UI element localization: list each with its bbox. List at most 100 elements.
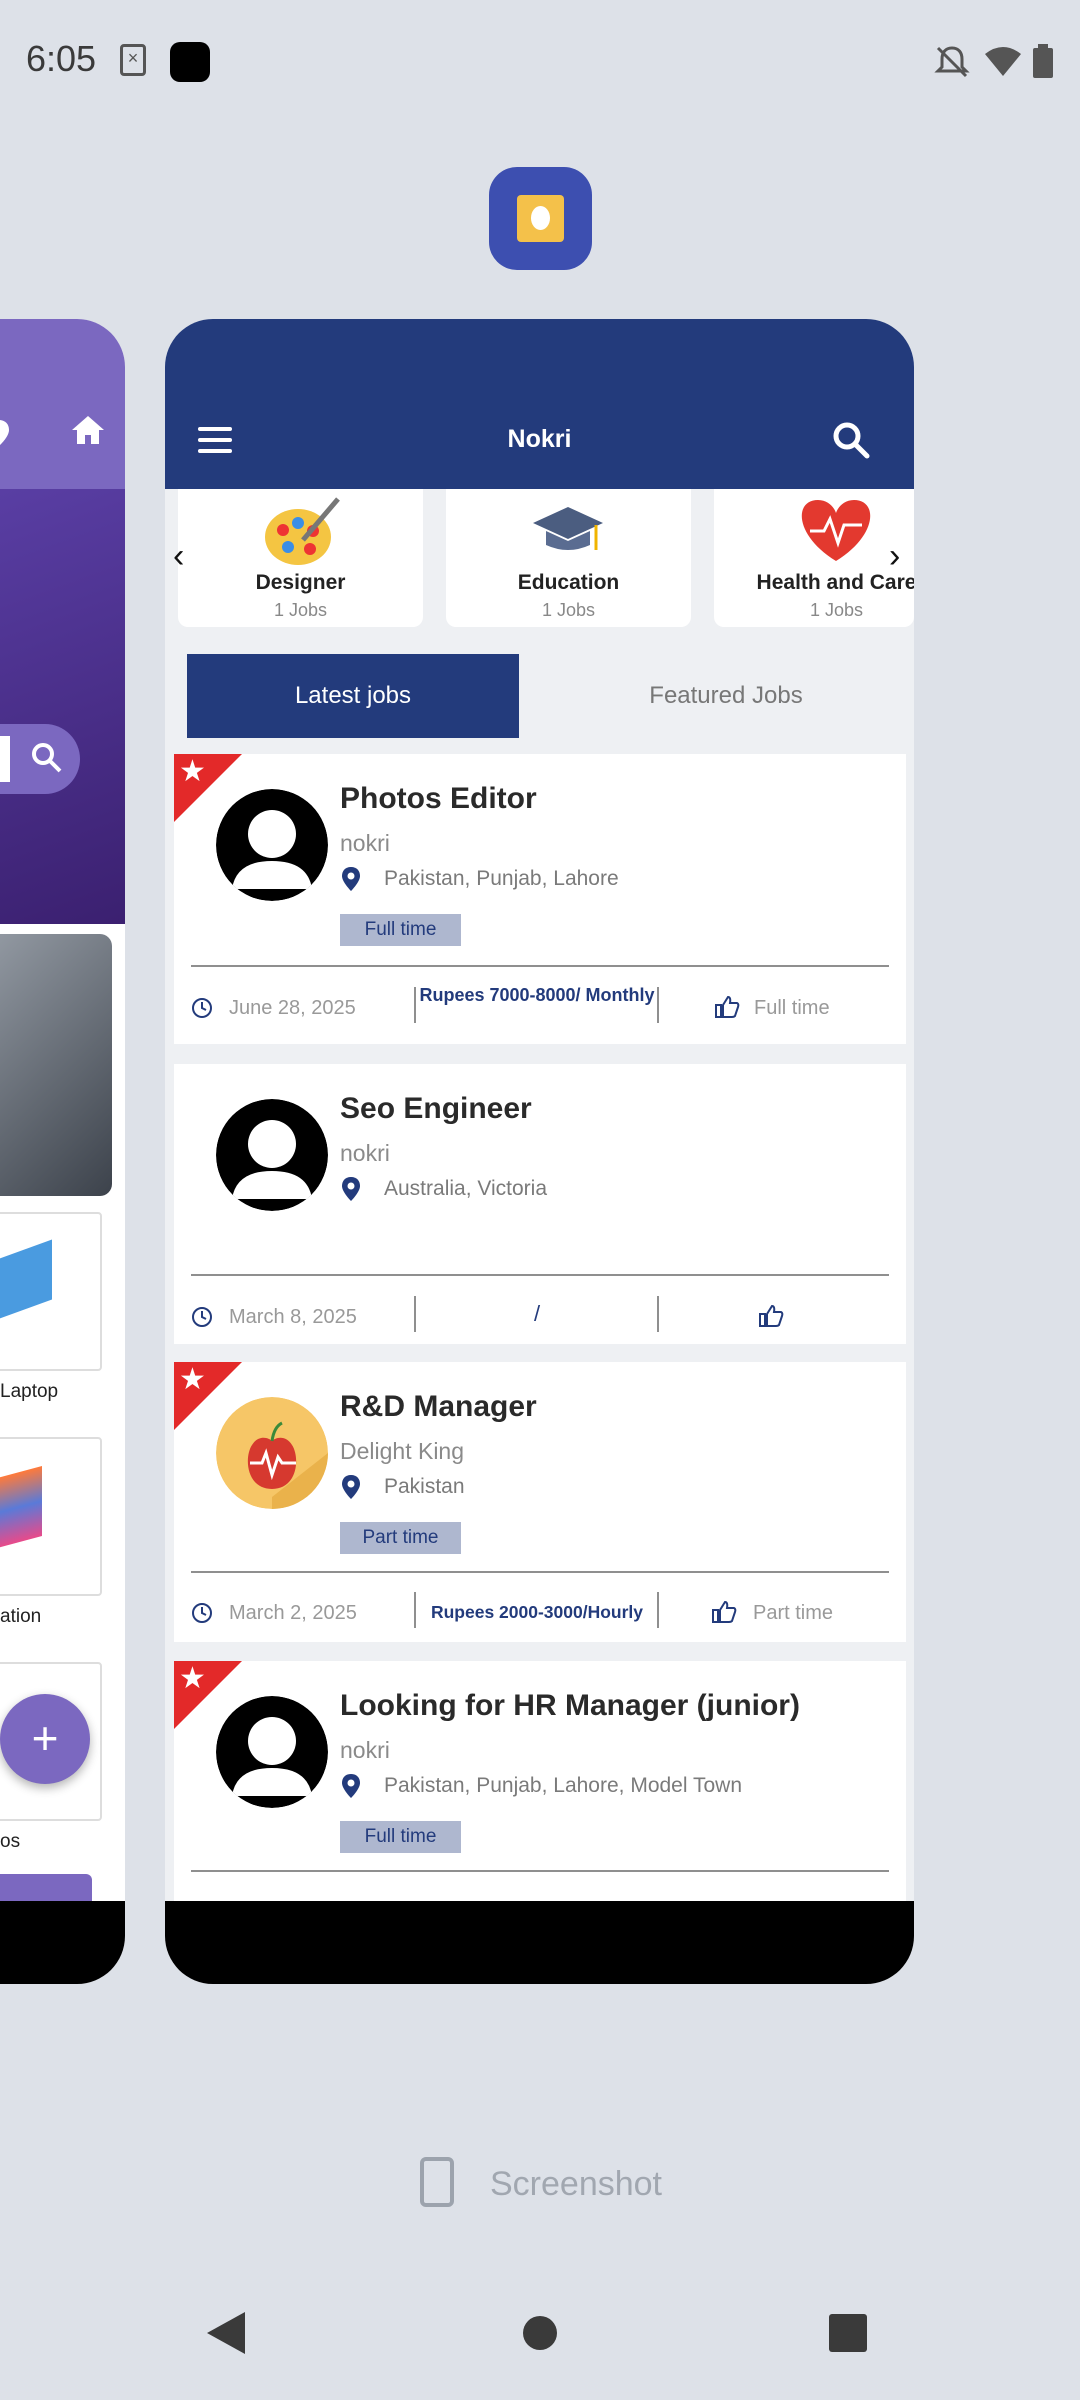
no-sim-icon: × bbox=[120, 44, 146, 76]
clock-icon bbox=[192, 1603, 212, 1623]
star-icon: ★ bbox=[179, 755, 206, 788]
job-location: Pakistan, Punjab, Lahore, Model Town bbox=[384, 1774, 743, 1797]
battery-icon bbox=[1033, 44, 1053, 78]
star-icon: ★ bbox=[179, 1662, 206, 1695]
app-nav-area bbox=[165, 1901, 914, 1984]
search-icon bbox=[32, 743, 62, 773]
category-count: 1 Jobs bbox=[809, 600, 864, 620]
job-footer: March 2, 2025 Rupees 2000-3000/Hourly Pa… bbox=[174, 1592, 906, 1636]
divider bbox=[191, 1274, 889, 1276]
category-tile[interactable] bbox=[0, 1437, 102, 1596]
location-icon bbox=[0, 420, 9, 446]
category-label: Laptop bbox=[0, 1381, 59, 1402]
palette-icon bbox=[265, 497, 340, 565]
screenshot-label: Screenshot bbox=[490, 2165, 662, 2203]
recents-button[interactable] bbox=[828, 2313, 868, 2353]
add-button[interactable]: + bbox=[0, 1694, 90, 1784]
company-name: Delight King bbox=[340, 1438, 465, 1464]
job-location: Australia, Victoria bbox=[384, 1177, 548, 1200]
location-pin-icon bbox=[342, 867, 360, 891]
category-name: Education bbox=[517, 571, 620, 594]
location-pin-icon bbox=[342, 1774, 360, 1798]
screenshot-icon bbox=[420, 2157, 454, 2207]
heart-icon bbox=[801, 500, 871, 561]
camera-cutout bbox=[170, 42, 210, 82]
location-pin-icon bbox=[342, 1177, 360, 1201]
previous-app-banner-image bbox=[0, 934, 112, 1196]
category-education[interactable]: Education 1 Jobs bbox=[446, 489, 691, 627]
job-type-badge: Full time bbox=[340, 914, 461, 946]
category-count: 1 Jobs bbox=[273, 600, 328, 620]
job-location: Pakistan, Punjab, Lahore bbox=[384, 867, 619, 890]
company-logo bbox=[216, 1696, 328, 1808]
company-name: nokri bbox=[340, 1737, 390, 1763]
category-count: 1 Jobs bbox=[541, 600, 596, 620]
job-date: June 28, 2025 bbox=[229, 997, 356, 1019]
search-icon[interactable] bbox=[831, 420, 871, 460]
company-logo bbox=[216, 1099, 328, 1211]
category-label: os bbox=[0, 1831, 21, 1852]
divider bbox=[191, 965, 889, 967]
app-title: Nokri bbox=[507, 425, 572, 453]
home-icon bbox=[72, 416, 104, 444]
job-card[interactable]: ★ R&D Manager Delight King Pakistan Part… bbox=[174, 1362, 906, 1642]
job-card[interactable]: Seo Engineer nokri Australia, Victoria M… bbox=[174, 1064, 906, 1344]
categories-next-arrow[interactable]: › bbox=[889, 537, 900, 576]
thumb-icon bbox=[759, 1304, 784, 1327]
location-pin-icon bbox=[342, 1475, 360, 1499]
job-date: March 2, 2025 bbox=[229, 1602, 357, 1624]
job-title[interactable]: R&D Manager bbox=[340, 1390, 537, 1424]
previous-app-hero bbox=[0, 489, 125, 924]
job-salary: Rupees 7000-8000/ Monthly bbox=[419, 985, 655, 1005]
app-icon[interactable] bbox=[489, 167, 592, 270]
previous-app-search[interactable] bbox=[0, 724, 80, 794]
job-title[interactable]: Photos Editor bbox=[340, 782, 537, 816]
job-card[interactable]: ★ Looking for HR Manager (junior) nokri … bbox=[174, 1661, 906, 1921]
job-type-badge: Part time bbox=[340, 1522, 461, 1554]
screenshot-button[interactable]: Screenshot bbox=[420, 2155, 680, 2215]
notifications-off-icon bbox=[934, 46, 970, 78]
recent-app-card-previous[interactable]: Laptop ation os + bbox=[0, 319, 125, 1984]
thumb-icon bbox=[712, 1600, 737, 1623]
home-button[interactable] bbox=[522, 2315, 558, 2351]
job-salary: / bbox=[533, 1301, 541, 1326]
category-designer[interactable]: Designer 1 Jobs bbox=[178, 489, 423, 627]
previous-app-header bbox=[0, 319, 125, 489]
job-title[interactable]: Seo Engineer bbox=[340, 1092, 532, 1126]
tab-latest-jobs[interactable]: Latest jobs bbox=[187, 654, 519, 738]
categories-prev-arrow[interactable]: ‹ bbox=[173, 537, 184, 576]
category-label: ation bbox=[0, 1606, 42, 1627]
company-logo bbox=[216, 1397, 328, 1509]
job-footer: March 8, 2025 / bbox=[174, 1296, 906, 1340]
category-name: Designer bbox=[255, 571, 346, 594]
app-bar: Nokri bbox=[165, 319, 914, 489]
previous-app-nav-area bbox=[0, 1901, 125, 1984]
back-button[interactable] bbox=[205, 2310, 247, 2356]
status-time: 6:05 bbox=[26, 38, 97, 79]
thumb-icon bbox=[715, 995, 740, 1018]
clock-icon bbox=[192, 1307, 212, 1327]
job-type: Part time bbox=[753, 1602, 834, 1624]
recent-app-card-nokri[interactable]: Nokri Designer 1 Jobs Education 1 Jobs H… bbox=[165, 319, 914, 1984]
category-name: Health and Care bbox=[756, 571, 914, 594]
star-icon: ★ bbox=[179, 1363, 206, 1396]
graduation-cap-icon bbox=[533, 507, 603, 550]
category-tile[interactable] bbox=[0, 1212, 102, 1371]
job-title[interactable]: Looking for HR Manager (junior) bbox=[340, 1689, 800, 1723]
category-health-and-care[interactable]: Health and Care 1 Jobs bbox=[714, 489, 914, 627]
wifi-icon bbox=[985, 47, 1021, 76]
company-name: nokri bbox=[340, 1140, 390, 1166]
company-logo bbox=[216, 789, 328, 901]
job-date: March 8, 2025 bbox=[229, 1306, 357, 1328]
job-type-badge: Full time bbox=[340, 1821, 461, 1853]
job-salary: Rupees 2000-3000/Hourly bbox=[430, 1602, 644, 1622]
company-name: nokri bbox=[340, 830, 390, 856]
tab-featured-jobs[interactable]: Featured Jobs bbox=[561, 654, 891, 738]
job-footer: June 28, 2025 Rupees 7000-8000/ Monthly … bbox=[174, 985, 906, 1031]
job-type: Full time bbox=[754, 997, 830, 1019]
job-location: Pakistan bbox=[384, 1475, 465, 1498]
job-card[interactable]: ★ Photos Editor nokri Pakistan, Punjab, … bbox=[174, 754, 906, 1044]
previous-app-bottom-bar bbox=[0, 1874, 92, 1901]
clock-icon bbox=[192, 998, 212, 1018]
divider bbox=[191, 1870, 889, 1872]
